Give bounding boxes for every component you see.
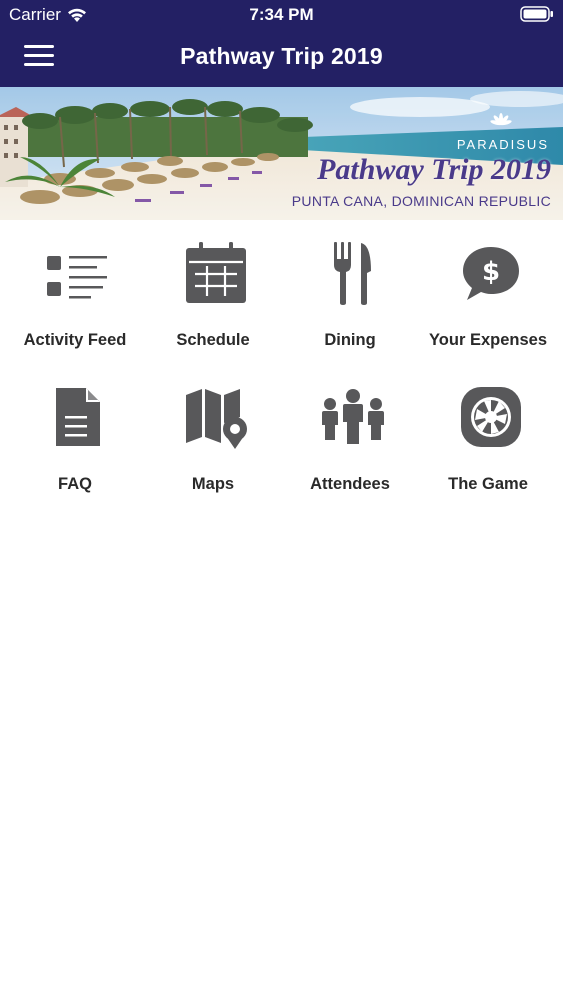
- menu-tile-faq[interactable]: FAQ: [5, 364, 145, 494]
- list-icon: [45, 240, 111, 306]
- fork-knife-icon: [320, 240, 386, 306]
- menu-tile-schedule[interactable]: Schedule: [143, 220, 283, 350]
- menu-tile-label: Schedule: [176, 331, 250, 349]
- nav-bar: Pathway Trip 2019: [0, 30, 563, 87]
- paradisus-logo-icon: [490, 113, 512, 126]
- banner-location: PUNTA CANA, DOMINICAN REPUBLIC: [291, 193, 551, 209]
- menu-tile-the-game[interactable]: The Game: [418, 364, 558, 494]
- menu-tile-label: The Game: [448, 475, 528, 493]
- calendar-icon: [183, 240, 249, 306]
- menu-tile-label: Attendees: [310, 475, 390, 493]
- status-bar: Carrier 7:34 PM: [0, 0, 563, 30]
- menu-tile-label: Activity Feed: [23, 331, 127, 349]
- menu-tile-label: FAQ: [58, 475, 92, 493]
- battery-icon: [520, 6, 554, 27]
- menu-tile-your-expenses[interactable]: $ Your Expenses: [418, 220, 558, 350]
- menu-tile-activity-feed[interactable]: Activity Feed: [5, 220, 145, 350]
- hero-banner: PARADISUS Pathway Trip 2019 PUNTA CANA, …: [0, 87, 563, 220]
- menu-tile-label: Maps: [191, 475, 235, 493]
- map-pin-icon: [183, 384, 249, 450]
- menu-tile-label: Your Expenses: [429, 331, 547, 349]
- menu-tile-maps[interactable]: Maps: [143, 364, 283, 494]
- menu-tile-label: Dining: [324, 331, 376, 349]
- dollar-chat-icon: $: [458, 240, 524, 306]
- people-icon: [320, 384, 386, 450]
- menu-tile-dining[interactable]: Dining: [280, 220, 420, 350]
- document-icon: [45, 384, 111, 450]
- camera-aperture-icon: [458, 384, 524, 450]
- banner-headline: Pathway Trip 2019: [317, 153, 551, 186]
- page-title: Pathway Trip 2019: [180, 43, 383, 69]
- menu-tile-attendees[interactable]: Attendees: [280, 364, 420, 494]
- banner-brand: PARADISUS: [456, 137, 549, 152]
- status-time: 7:34 PM: [249, 5, 314, 24]
- svg-text:$: $: [482, 257, 500, 287]
